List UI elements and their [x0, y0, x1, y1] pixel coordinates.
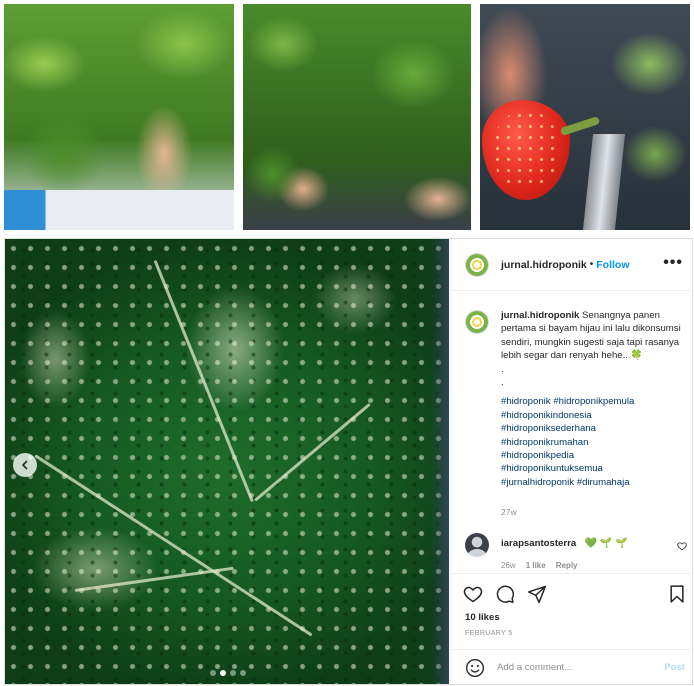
leaf-vein [254, 402, 371, 502]
hashtag-link[interactable]: #dirumahaja [577, 477, 630, 488]
commenter-avatar[interactable] [465, 533, 489, 557]
strawberry [482, 100, 570, 200]
post-date[interactable]: FEBRUARY 5 [465, 630, 513, 637]
hashtag-row: #hidroponik #hidroponikpemula [501, 395, 685, 408]
comment-main: iarapsantosterra 💚 🌱 🌱 26w 1 like Reply [501, 533, 628, 570]
scissor-blade [582, 134, 626, 230]
header-separator: • [589, 259, 594, 270]
add-comment-row: Post [451, 649, 693, 685]
hashtag-link[interactable]: #jurnalhidroponik [501, 477, 574, 488]
leaf-vein [74, 566, 234, 592]
hashtag-row: #hidroponikpedia [501, 449, 685, 462]
comment-icon[interactable] [495, 584, 515, 604]
author-avatar[interactable] [465, 252, 489, 277]
carousel-dot[interactable] [240, 670, 246, 676]
comment-meta: 26w 1 like Reply [501, 561, 628, 570]
photo-strawberry [480, 4, 690, 230]
post-actions: 10 likes FEBRUARY 5 Post [451, 573, 693, 684]
hashtag-link[interactable]: #hidroponik [501, 396, 551, 407]
post-comment-button[interactable]: Post [664, 662, 685, 673]
post-header: jurnal.hidroponik • Follow ••• [451, 239, 693, 291]
post-image-damaged-leaf [5, 239, 449, 684]
heart-icon[interactable] [677, 541, 687, 551]
caption-body: jurnal.hidroponik Senangnya panen pertam… [501, 309, 685, 489]
sprout-emoji: 🌱 [599, 538, 613, 549]
hashtag-row: #hidroponikindonesia [501, 409, 685, 422]
author-username[interactable]: jurnal.hidroponik [501, 259, 587, 271]
more-options-button[interactable]: ••• [663, 254, 683, 272]
caption-dot-2: . [501, 377, 504, 389]
photo-harvest-scissors [243, 4, 471, 230]
caption-timestamp[interactable]: 27w [501, 507, 517, 517]
carousel-dot[interactable] [230, 670, 236, 676]
post-side-panel: jurnal.hidroponik • Follow ••• jurnal.hi… [450, 239, 693, 684]
commenter-username[interactable]: iarapsantosterra [501, 538, 576, 549]
heart-icon[interactable] [463, 584, 483, 604]
carousel-dot[interactable] [220, 670, 226, 676]
hydroponic-tray [4, 190, 234, 230]
add-comment-input[interactable] [497, 662, 657, 673]
hashtag-link[interactable]: #hidroponikpedia [501, 450, 574, 461]
caption-dot-1: . [501, 363, 504, 375]
carousel-prev-button[interactable] [13, 453, 37, 477]
likes-count[interactable]: 10 likes [465, 612, 500, 623]
hashtag-link[interactable]: #hidroponikindonesia [501, 410, 592, 421]
emoji-icon[interactable] [465, 658, 485, 678]
post-caption: jurnal.hidroponik Senangnya panen pertam… [465, 309, 685, 489]
action-icon-row [463, 584, 547, 604]
comment-likes[interactable]: 1 like [526, 561, 546, 570]
comment-emojis: 💚 🌱 🌱 [585, 538, 628, 549]
strawberry-stem [559, 116, 601, 136]
hashtag-link[interactable]: #hidroponikuntuksemua [501, 463, 603, 474]
hashtag-link[interactable]: #hidroponiksederhana [501, 423, 596, 434]
leaf-vein [34, 454, 313, 637]
comment-item: iarapsantosterra 💚 🌱 🌱 26w 1 like Reply [465, 533, 687, 570]
carousel-dots [210, 670, 246, 676]
hashtag-row: #jurnalhidroponik #dirumahaja [501, 476, 685, 489]
leaf-vein [153, 259, 254, 503]
caption-username[interactable]: jurnal.hidroponik [501, 310, 579, 321]
sprout-emoji: 🌱 [615, 538, 628, 549]
hashtag-list: #hidroponik #hidroponikpemula #hidroponik… [501, 395, 685, 489]
share-icon[interactable] [527, 584, 547, 604]
hashtag-link[interactable]: #hidroponikpemula [553, 396, 634, 407]
carousel-dot[interactable] [210, 670, 216, 676]
follow-button[interactable]: Follow [596, 259, 629, 271]
hashtag-link[interactable]: #hidroponikrumahan [501, 437, 588, 448]
chevron-left-icon [22, 460, 28, 470]
clover-emoji: 🍀 [630, 350, 643, 362]
hashtag-row: #hidroponikuntuksemua [501, 462, 685, 475]
green-heart-emoji: 💚 [584, 538, 598, 549]
photo-spinach-hand [4, 4, 234, 230]
hashtag-row: #hidroponiksederhana [501, 422, 685, 435]
hashtag-row: #hidroponikrumahan [501, 436, 685, 449]
image-edge [431, 239, 449, 684]
comment-timestamp[interactable]: 26w [501, 561, 516, 570]
instagram-post: jurnal.hidroponik • Follow ••• jurnal.hi… [4, 238, 693, 685]
caption-avatar[interactable] [465, 310, 489, 334]
reply-button[interactable]: Reply [556, 561, 578, 570]
bookmark-icon[interactable] [667, 584, 687, 604]
